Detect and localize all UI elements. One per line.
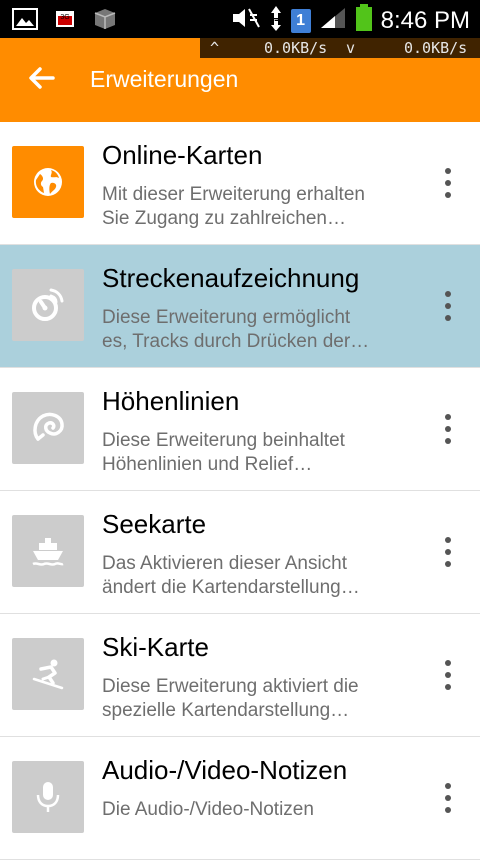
track-icon: [32, 288, 64, 321]
mute-icon: [231, 6, 261, 35]
download-speed: 0.0KB/s: [404, 39, 468, 57]
extension-tile: [12, 761, 84, 833]
item-title: Online-Karten: [102, 140, 263, 170]
list-item-ski-karte[interactable]: Ski-Karte Diese Erweiterung aktiviert di…: [0, 614, 480, 737]
extension-tile: [12, 392, 84, 464]
list-item-online-karten[interactable]: Online-Karten Mit dieser Erweiterung erh…: [0, 122, 480, 245]
item-title: Seekarte: [102, 509, 207, 539]
contour-icon: [33, 412, 64, 441]
item-description: Mit dieser Erweiterung erhalten Sie Zugan…: [102, 184, 365, 229]
item-description: Das Aktivieren dieser Ansicht ändert die …: [102, 553, 360, 598]
overflow-menu-icon[interactable]: [444, 537, 452, 567]
sim-badge: 1: [290, 8, 311, 33]
storage-icon: [92, 7, 118, 36]
network-label: 3G: [60, 14, 69, 21]
item-title: Audio-/Video-Notizen: [102, 755, 348, 785]
list-item-hoehenlinien[interactable]: Höhenlinien Diese Erweiterung beinhaltet…: [0, 368, 480, 491]
upload-arrow: ^: [210, 39, 220, 57]
download-arrow: v: [346, 39, 356, 57]
extensions-list: Online-Karten Mit dieser Erweiterung erh…: [0, 122, 480, 860]
item-title: Streckenaufzeichnung: [102, 263, 360, 293]
microphone-icon: [36, 782, 60, 812]
extension-tile: [12, 515, 84, 587]
item-title: Höhenlinien: [102, 386, 240, 416]
skier-icon: [32, 659, 64, 690]
item-description: Diese Erweiterung aktiviert die spezielle…: [102, 676, 359, 721]
overflow-menu-icon[interactable]: [444, 660, 452, 690]
data-transfer-icon: E: [269, 4, 283, 37]
arrow-left-icon: [29, 67, 55, 89]
item-description: Die Audio-/Video-Notizen: [102, 799, 314, 820]
globe-icon: [34, 168, 62, 196]
item-title: Ski-Karte: [102, 632, 209, 662]
list-item-seekarte[interactable]: Seekarte Das Aktivieren dieser Ansicht än…: [0, 491, 480, 614]
upload-speed: 0.0KB/s: [264, 39, 328, 57]
status-bar: 3G E 1 8:46 PM: [0, 0, 480, 38]
network-3g-icon: 3G: [54, 8, 76, 35]
back-button[interactable]: [26, 62, 58, 94]
battery-icon: [355, 4, 373, 37]
list-item-audio-video-notizen[interactable]: Audio-/Video-Notizen Die Audio-/Video-No…: [0, 737, 480, 860]
overflow-menu-icon[interactable]: [444, 783, 452, 813]
extension-tile: [12, 638, 84, 710]
overflow-menu-icon[interactable]: [444, 168, 452, 198]
overflow-menu-icon[interactable]: [444, 414, 452, 444]
item-description: Diese Erweiterung beinhaltet Höhenlinien …: [102, 430, 345, 475]
extension-tile: [12, 146, 84, 218]
gallery-icon: [12, 8, 38, 35]
extension-tile: [12, 269, 84, 341]
signal-strength-icon: [319, 6, 347, 35]
list-item-streckenaufzeichnung[interactable]: Streckenaufzeichnung Diese Erweiterung e…: [0, 245, 480, 368]
clock: 8:46 PM: [380, 6, 470, 34]
network-speed-bar: ^ 0.0KB/s v 0.0KB/s: [200, 38, 480, 58]
ship-icon: [32, 538, 64, 566]
page-title: Erweiterungen: [90, 66, 239, 92]
item-description: Diese Erweiterung ermöglicht es, Tracks d…: [102, 307, 370, 352]
overflow-menu-icon[interactable]: [444, 291, 452, 321]
